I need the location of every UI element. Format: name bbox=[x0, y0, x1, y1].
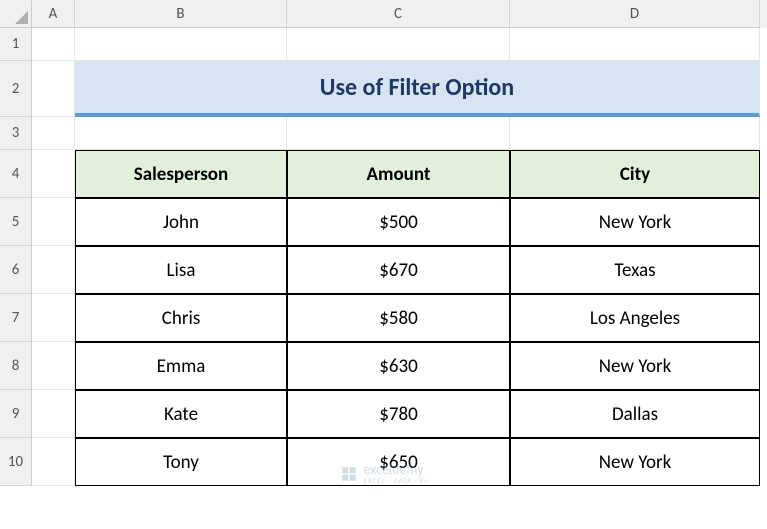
table-row: Emma $630 New York bbox=[32, 342, 767, 390]
watermark: exceldemy EXCEL · DATA · BI bbox=[339, 463, 427, 484]
cell-A2[interactable] bbox=[32, 61, 75, 117]
cell-city[interactable]: New York bbox=[510, 438, 760, 486]
table-row: Lisa $670 Texas bbox=[32, 246, 767, 294]
cell-A5[interactable] bbox=[32, 198, 75, 246]
cell-city[interactable]: Dallas bbox=[510, 390, 760, 438]
watermark-main: exceldemy bbox=[363, 463, 427, 477]
header-salesperson[interactable]: Salesperson bbox=[75, 150, 287, 198]
cell-amount[interactable]: $670 bbox=[287, 246, 510, 294]
grid-row-3 bbox=[32, 117, 767, 150]
table-row: John $500 New York bbox=[32, 198, 767, 246]
row-header-5[interactable]: 5 bbox=[0, 198, 32, 246]
cell-D1[interactable] bbox=[510, 28, 760, 61]
cell-amount[interactable]: $500 bbox=[287, 198, 510, 246]
watermark-logo-icon bbox=[339, 465, 357, 483]
title-cell[interactable]: Use of Filter Option bbox=[75, 61, 760, 117]
row-header-6[interactable]: 6 bbox=[0, 246, 32, 294]
cell-A10[interactable] bbox=[32, 438, 75, 486]
row-header-3[interactable]: 3 bbox=[0, 117, 32, 150]
cell-salesperson[interactable]: Kate bbox=[75, 390, 287, 438]
cell-A4[interactable] bbox=[32, 150, 75, 198]
table-row: Chris $580 Los Angeles bbox=[32, 294, 767, 342]
col-header-B[interactable]: B bbox=[75, 0, 287, 28]
row-header-1[interactable]: 1 bbox=[0, 28, 32, 61]
header-amount[interactable]: Amount bbox=[287, 150, 510, 198]
grid-row-2: Use of Filter Option bbox=[32, 61, 767, 117]
cell-city[interactable]: New York bbox=[510, 342, 760, 390]
cell-D3[interactable] bbox=[510, 117, 760, 150]
table-header-row: Salesperson Amount City bbox=[32, 150, 767, 198]
cell-salesperson[interactable]: John bbox=[75, 198, 287, 246]
row-header-4[interactable]: 4 bbox=[0, 150, 32, 198]
cell-A6[interactable] bbox=[32, 246, 75, 294]
cell-amount[interactable]: $630 bbox=[287, 342, 510, 390]
spreadsheet-grid: Use of Filter Option Salesperson Amount … bbox=[32, 28, 767, 529]
cell-A8[interactable] bbox=[32, 342, 75, 390]
col-header-C[interactable]: C bbox=[287, 0, 510, 28]
select-all-cell[interactable] bbox=[0, 0, 32, 28]
watermark-sub: EXCEL · DATA · BI bbox=[363, 477, 427, 484]
table-row: Kate $780 Dallas bbox=[32, 390, 767, 438]
cell-city[interactable]: New York bbox=[510, 198, 760, 246]
cell-salesperson[interactable]: Tony bbox=[75, 438, 287, 486]
cell-A3[interactable] bbox=[32, 117, 75, 150]
row-header-7[interactable]: 7 bbox=[0, 294, 32, 342]
col-header-A[interactable]: A bbox=[32, 0, 75, 28]
header-city[interactable]: City bbox=[510, 150, 760, 198]
cell-city[interactable]: Texas bbox=[510, 246, 760, 294]
cell-B1[interactable] bbox=[75, 28, 287, 61]
cell-salesperson[interactable]: Lisa bbox=[75, 246, 287, 294]
cell-city[interactable]: Los Angeles bbox=[510, 294, 760, 342]
cell-C1[interactable] bbox=[287, 28, 510, 61]
cell-C3[interactable] bbox=[287, 117, 510, 150]
row-headers: 1 2 3 4 5 6 7 8 9 10 bbox=[0, 28, 32, 486]
column-headers: A B C D bbox=[32, 0, 767, 28]
cell-salesperson[interactable]: Chris bbox=[75, 294, 287, 342]
row-header-10[interactable]: 10 bbox=[0, 438, 32, 486]
cell-amount[interactable]: $780 bbox=[287, 390, 510, 438]
cell-salesperson[interactable]: Emma bbox=[75, 342, 287, 390]
cell-amount[interactable]: $580 bbox=[287, 294, 510, 342]
cell-B3[interactable] bbox=[75, 117, 287, 150]
cell-A9[interactable] bbox=[32, 390, 75, 438]
cell-A7[interactable] bbox=[32, 294, 75, 342]
row-header-9[interactable]: 9 bbox=[0, 390, 32, 438]
row-header-8[interactable]: 8 bbox=[0, 342, 32, 390]
col-header-D[interactable]: D bbox=[510, 0, 760, 28]
row-header-2[interactable]: 2 bbox=[0, 61, 32, 117]
grid-row-1 bbox=[32, 28, 767, 61]
cell-A1[interactable] bbox=[32, 28, 75, 61]
